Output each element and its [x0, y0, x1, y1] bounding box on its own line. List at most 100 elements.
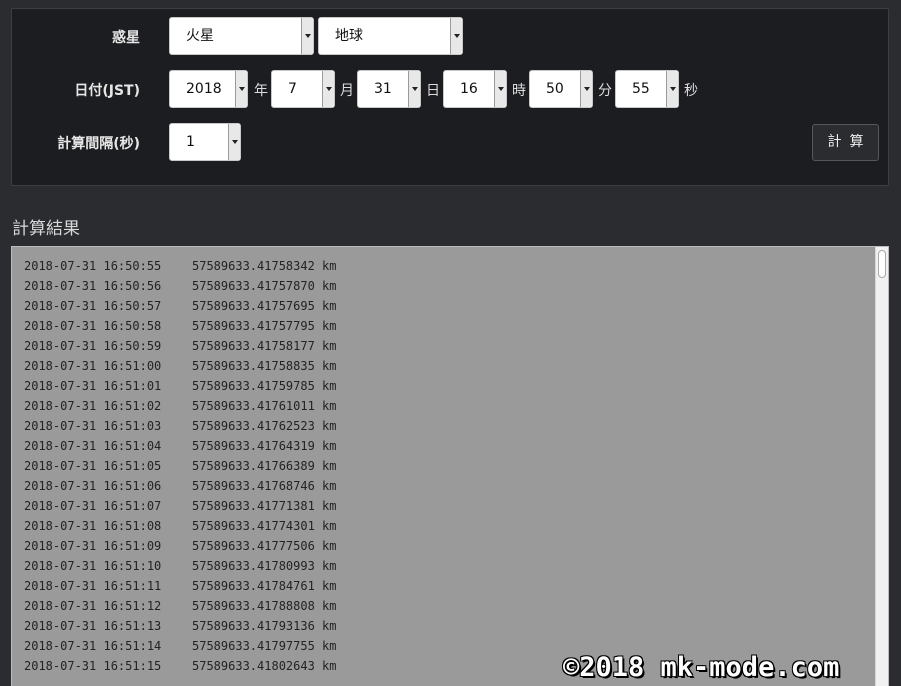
result-timestamp: 2018-07-31 16:51:09: [24, 539, 162, 553]
result-distance: 57589633.41758177 km: [192, 339, 337, 353]
result-row: 2018-07-31 16:51:06 57589633.41768746 km: [24, 476, 337, 496]
result-distance: 57589633.41757795 km: [192, 319, 337, 333]
scrollbar-thumb[interactable]: [878, 250, 886, 278]
chevron-down-icon[interactable]: [235, 71, 247, 107]
day-select[interactable]: 31: [357, 70, 421, 108]
result-row: 2018-07-31 16:51:00 57589633.41758835 km: [24, 356, 337, 376]
chevron-down-icon[interactable]: [228, 124, 240, 160]
result-row: 2018-07-31 16:51:07 57589633.41771381 km: [24, 496, 337, 516]
planet-label: 惑星: [112, 30, 140, 46]
interval-select[interactable]: 1: [169, 123, 241, 161]
result-timestamp: 2018-07-31 16:51:11: [24, 579, 162, 593]
result-row: 2018-07-31 16:51:12 57589633.41788808 km: [24, 596, 337, 616]
chevron-down-icon[interactable]: [450, 18, 462, 54]
result-row: 2018-07-31 16:50:59 57589633.41758177 km: [24, 336, 337, 356]
planet-from-select[interactable]: 火星: [169, 17, 314, 55]
second-select[interactable]: 55: [615, 70, 679, 108]
chevron-down-icon[interactable]: [301, 18, 313, 54]
result-timestamp: 2018-07-31 16:51:00: [24, 359, 162, 373]
result-timestamp: 2018-07-31 16:51:13: [24, 619, 162, 633]
results-textarea[interactable]: 2018-07-31 16:50:55 57589633.41758342 km 2…: [11, 246, 889, 686]
planet-to-select[interactable]: 地球: [318, 17, 463, 55]
results-title: 計算結果: [12, 219, 80, 239]
hour-unit: 時: [512, 83, 526, 99]
result-row: 2018-07-31 16:51:02 57589633.41761011 km: [24, 396, 337, 416]
result-row: 2018-07-31 16:51:09 57589633.41777506 km: [24, 536, 337, 556]
result-timestamp: 2018-07-31 16:51:10: [24, 559, 162, 573]
result-distance: 57589633.41758342 km: [192, 259, 337, 273]
calculate-button[interactable]: 計算: [812, 124, 879, 161]
result-timestamp: 2018-07-31 16:50:56: [24, 279, 162, 293]
result-row: 2018-07-31 16:51:03 57589633.41762523 km: [24, 416, 337, 436]
result-timestamp: 2018-07-31 16:51:05: [24, 459, 162, 473]
results-list: 2018-07-31 16:50:55 57589633.41758342 km 2…: [24, 256, 337, 676]
interval-label: 計算間隔(秒): [57, 136, 140, 152]
planet-from-value: 火星: [186, 28, 214, 44]
minute-unit: 分: [598, 83, 612, 99]
year-value: 2018: [186, 81, 222, 97]
chevron-down-icon[interactable]: [580, 71, 592, 107]
month-select[interactable]: 7: [271, 70, 335, 108]
result-row: 2018-07-31 16:50:57 57589633.41757695 km: [24, 296, 337, 316]
chevron-down-icon[interactable]: [494, 71, 506, 107]
minute-value: 50: [546, 81, 564, 97]
day-unit: 日: [426, 83, 440, 99]
result-distance: 57589633.41768746 km: [192, 479, 337, 493]
result-timestamp: 2018-07-31 16:51:07: [24, 499, 162, 513]
planet-to-value: 地球: [335, 28, 363, 44]
date-label: 日付(JST): [74, 83, 140, 99]
result-distance: 57589633.41758835 km: [192, 359, 337, 373]
result-distance: 57589633.41759785 km: [192, 379, 337, 393]
result-distance: 57589633.41797755 km: [192, 639, 337, 653]
result-row: 2018-07-31 16:51:04 57589633.41764319 km: [24, 436, 337, 456]
result-timestamp: 2018-07-31 16:51:04: [24, 439, 162, 453]
result-timestamp: 2018-07-31 16:51:14: [24, 639, 162, 653]
result-timestamp: 2018-07-31 16:51:12: [24, 599, 162, 613]
result-distance: 57589633.41788808 km: [192, 599, 337, 613]
result-row: 2018-07-31 16:50:58 57589633.41757795 km: [24, 316, 337, 336]
result-timestamp: 2018-07-31 16:51:15: [24, 659, 162, 673]
copyright-watermark: ©2018 mk-mode.com: [563, 652, 840, 683]
results-scrollbar[interactable]: [875, 247, 888, 686]
result-row: 2018-07-31 16:51:14 57589633.41797755 km: [24, 636, 337, 656]
result-distance: 57589633.41764319 km: [192, 439, 337, 453]
hour-select[interactable]: 16: [443, 70, 507, 108]
month-unit: 月: [340, 83, 354, 99]
result-distance: 57589633.41771381 km: [192, 499, 337, 513]
minute-select[interactable]: 50: [529, 70, 593, 108]
result-distance: 57589633.41766389 km: [192, 459, 337, 473]
result-timestamp: 2018-07-31 16:50:59: [24, 339, 162, 353]
month-value: 7: [288, 81, 297, 97]
result-row: 2018-07-31 16:51:10 57589633.41780993 km: [24, 556, 337, 576]
second-value: 55: [632, 81, 650, 97]
result-row: 2018-07-31 16:51:13 57589633.41793136 km: [24, 616, 337, 636]
result-row: 2018-07-31 16:51:05 57589633.41766389 km: [24, 456, 337, 476]
result-distance: 57589633.41757870 km: [192, 279, 337, 293]
chevron-down-icon[interactable]: [408, 71, 420, 107]
result-timestamp: 2018-07-31 16:51:02: [24, 399, 162, 413]
result-timestamp: 2018-07-31 16:50:55: [24, 259, 162, 273]
result-distance: 57589633.41780993 km: [192, 559, 337, 573]
result-timestamp: 2018-07-31 16:50:58: [24, 319, 162, 333]
result-distance: 57589633.41777506 km: [192, 539, 337, 553]
chevron-down-icon[interactable]: [322, 71, 334, 107]
result-distance: 57589633.41761011 km: [192, 399, 337, 413]
result-row: 2018-07-31 16:51:01 57589633.41759785 km: [24, 376, 337, 396]
calc-form-panel: 惑星 火星 地球 日付(JST) 2018 年 7 月 31 日 16 時 50…: [11, 8, 889, 186]
chevron-down-icon[interactable]: [666, 71, 678, 107]
interval-value: 1: [186, 134, 195, 150]
second-unit: 秒: [684, 83, 698, 99]
result-distance: 57589633.41793136 km: [192, 619, 337, 633]
result-row: 2018-07-31 16:50:55 57589633.41758342 km: [24, 256, 337, 276]
year-select[interactable]: 2018: [169, 70, 248, 108]
result-timestamp: 2018-07-31 16:51:03: [24, 419, 162, 433]
result-distance: 57589633.41802643 km: [192, 659, 337, 673]
result-distance: 57589633.41784761 km: [192, 579, 337, 593]
result-distance: 57589633.41774301 km: [192, 519, 337, 533]
result-distance: 57589633.41757695 km: [192, 299, 337, 313]
result-timestamp: 2018-07-31 16:51:01: [24, 379, 162, 393]
hour-value: 16: [460, 81, 478, 97]
result-row: 2018-07-31 16:51:11 57589633.41784761 km: [24, 576, 337, 596]
result-timestamp: 2018-07-31 16:50:57: [24, 299, 162, 313]
result-timestamp: 2018-07-31 16:51:08: [24, 519, 162, 533]
